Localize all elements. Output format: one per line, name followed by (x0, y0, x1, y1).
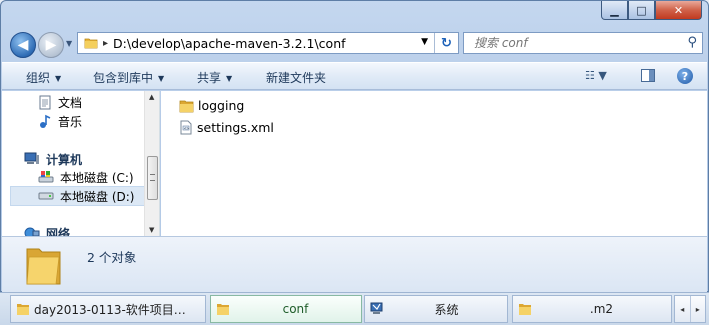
taskbar-item-system[interactable]: 系统 (364, 295, 508, 323)
folder-large-icon (26, 248, 61, 285)
refresh-icon: ↻ (441, 35, 452, 51)
scroll-up-icon[interactable]: ▲ (149, 93, 154, 101)
xml-file-icon: <> (180, 120, 192, 135)
taskbar-label: day2013-0113-软件项目… (34, 302, 186, 317)
taskbar-label: 系统 (434, 302, 459, 317)
folder-icon (84, 38, 98, 49)
taskbar-label: .m2 (589, 302, 614, 316)
nav-item-drive-d[interactable]: 本地磁盘 (D:) (10, 186, 145, 206)
maximize-button[interactable]: □ (628, 1, 655, 20)
share-menu[interactable]: 共享 ▼ (197, 69, 232, 86)
nav-item-computer[interactable]: 计算机 (24, 149, 145, 169)
folder-icon (217, 304, 229, 315)
include-in-library-label: 包含到库中 (93, 71, 154, 85)
chevron-down-icon: ▼ (226, 74, 233, 83)
file-item-settings[interactable]: <> settings.xml (179, 120, 274, 135)
folder-icon (179, 100, 194, 112)
nav-item-network[interactable]: 网络 (24, 223, 145, 236)
file-name: logging (198, 98, 245, 113)
nav-item-drive-c[interactable]: 本地磁盘 (C:) (38, 167, 145, 187)
address-bar[interactable]: ▸ D:\develop\apache-maven-3.2.1\conf ▼ ↻ (77, 32, 459, 54)
drive-d-icon (38, 192, 54, 200)
help-icon[interactable]: ? (677, 68, 693, 84)
computer-icon (24, 152, 39, 164)
organize-label: 组织 (26, 71, 51, 85)
views-icon: ☷ ▼ (585, 69, 607, 82)
nav-item-label: 网络 (46, 226, 71, 237)
back-button[interactable]: ◀ (10, 32, 36, 58)
taskbar: day2013-0113-软件项目… conf 系统 .m2 ◂ ▸ (0, 292, 709, 325)
drive-c-icon (38, 171, 54, 183)
new-folder-label: 新建文件夹 (266, 71, 327, 85)
search-input[interactable] (472, 35, 672, 51)
taskbar-item-m2[interactable]: .m2 (512, 295, 672, 323)
change-view-button[interactable]: ☷ ▼ (585, 69, 607, 82)
scroll-left-icon[interactable]: ◂ (675, 296, 691, 322)
system-icon (370, 302, 383, 314)
close-button[interactable]: ✕ (655, 1, 702, 20)
preview-pane-icon[interactable] (641, 69, 655, 82)
nav-scrollbar[interactable]: ▲ ▼ (144, 91, 159, 236)
nav-item-label: 计算机 (46, 152, 83, 167)
address-dropdown-icon[interactable]: ▼ (421, 37, 428, 47)
search-box[interactable]: ⚲ (463, 32, 703, 54)
forward-button[interactable]: ▶ (38, 32, 64, 58)
item-count: 2 个对象 (87, 250, 137, 265)
file-item-logging[interactable]: logging (179, 98, 244, 113)
music-icon (40, 114, 51, 128)
network-icon (24, 227, 40, 236)
nav-item-label: 本地磁盘 (C:) (60, 170, 134, 185)
search-icon[interactable]: ⚲ (687, 35, 697, 50)
file-list: logging <> settings.xml (161, 91, 707, 236)
new-folder-button[interactable]: 新建文件夹 (266, 69, 326, 86)
nav-item-label: 文档 (58, 95, 83, 110)
file-name: settings.xml (197, 120, 274, 135)
nav-item-label: 音乐 (58, 114, 83, 129)
taskbar-item-day2013[interactable]: day2013-0113-软件项目… (10, 295, 206, 323)
caption-buttons: ▁ □ ✕ (601, 1, 702, 20)
nav-item-documents[interactable]: 文档 (38, 92, 145, 112)
address-path[interactable]: D:\develop\apache-maven-3.2.1\conf (113, 36, 346, 51)
taskbar-label: conf (282, 302, 309, 316)
refresh-button[interactable]: ↻ (434, 33, 458, 53)
taskbar-scroll[interactable]: ◂ ▸ (674, 295, 706, 323)
taskbar-item-conf[interactable]: conf (210, 295, 362, 323)
breadcrumb-chevron-icon[interactable]: ▸ (103, 38, 108, 49)
explorer-window: ▁ □ ✕ ◀ ▶ ▼ ▸ D:\develop\apache-maven-3.… (0, 0, 709, 292)
chevron-down-icon: ▼ (55, 74, 62, 83)
arrow-left-icon: ◀ (17, 37, 29, 53)
scroll-down-icon[interactable]: ▼ (149, 226, 154, 234)
share-label: 共享 (197, 71, 222, 85)
documents-icon (39, 95, 51, 109)
folder-icon (519, 304, 531, 315)
include-in-library-menu[interactable]: 包含到库中 ▼ (93, 69, 164, 86)
details-pane: 2 个对象 (2, 236, 707, 292)
recent-pages-button[interactable]: ▼ (66, 39, 72, 48)
nav-item-music[interactable]: 音乐 (38, 111, 145, 131)
minimize-button[interactable]: ▁ (601, 1, 628, 20)
scroll-thumb[interactable] (147, 156, 158, 200)
nav-item-label: 本地磁盘 (D:) (60, 189, 135, 204)
scroll-right-icon[interactable]: ▸ (691, 296, 706, 322)
svg-text:<>: <> (184, 126, 190, 130)
folder-icon (17, 304, 29, 315)
navigation-pane: 文档 音乐 计算机 本地磁盘 (C:) 本地磁盘 (D:) 网络 ▲ ▼ (2, 91, 160, 236)
organize-menu[interactable]: 组织 ▼ (26, 69, 61, 86)
command-bar: 组织 ▼ 包含到库中 ▼ 共享 ▼ 新建文件夹 ☷ ▼ ? (2, 62, 707, 90)
chevron-down-icon: ▼ (158, 74, 165, 83)
chevron-down-icon: ▼ (66, 39, 73, 48)
arrow-right-icon: ▶ (45, 37, 57, 53)
